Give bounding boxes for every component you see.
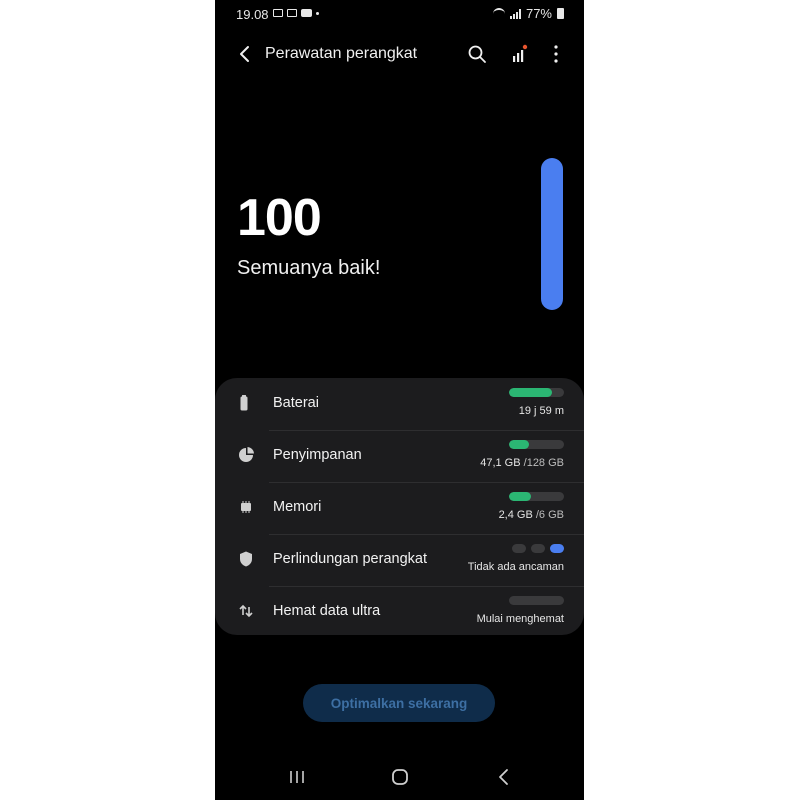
row-label: Hemat data ultra: [273, 603, 381, 619]
memory-chip-icon: [241, 501, 251, 513]
row-label: Baterai: [273, 395, 319, 411]
home-icon[interactable]: [388, 766, 412, 788]
divider: [269, 586, 584, 587]
navigation-bar: [215, 756, 584, 800]
memory-bar: [509, 492, 564, 501]
data-saver-icon: [239, 604, 253, 618]
row-storage[interactable]: Penyimpanan 47,1 GB /128 GB: [215, 430, 584, 482]
row-value: 2,4 GB /6 GB: [498, 509, 564, 521]
divider: [269, 482, 584, 483]
notification-dot-icon: [316, 11, 319, 15]
back-nav-icon[interactable]: [492, 766, 516, 788]
row-label: Penyimpanan: [273, 447, 362, 463]
wifi-icon: [492, 8, 505, 19]
row-memory[interactable]: Memori 2,4 GB /6 GB: [215, 482, 584, 534]
protection-indicator: [512, 544, 564, 553]
optimize-now-button[interactable]: Optimalkan sekarang: [303, 684, 495, 722]
app-header: Perawatan perangkat: [215, 38, 584, 70]
gallery-icon: [273, 9, 283, 17]
battery-percent: 77%: [525, 6, 552, 21]
score-gauge: [541, 158, 563, 310]
row-value: Mulai menghemat: [476, 613, 564, 625]
shield-icon: [240, 551, 252, 567]
battery-status-icon: [557, 8, 564, 19]
more-options-icon[interactable]: [545, 43, 567, 65]
battery-icon: [240, 395, 248, 411]
divider: [269, 534, 584, 535]
cell-signal-icon: [509, 8, 521, 19]
row-label: Memori: [273, 499, 322, 515]
recent-apps-icon[interactable]: [285, 766, 309, 788]
status-right: 77%: [492, 6, 564, 21]
back-arrow-icon[interactable]: [235, 44, 255, 64]
data-saver-bar: [509, 596, 564, 605]
signal-icon[interactable]: [509, 43, 531, 65]
row-battery[interactable]: Baterai 19 j 59 m: [215, 378, 584, 430]
notification-icons: [273, 9, 319, 17]
score-message: Semuanya baik!: [237, 257, 381, 279]
status-card: Baterai 19 j 59 m Penyimpanan 47,1 GB /1…: [215, 378, 584, 635]
storage-pie-icon: [239, 447, 254, 462]
status-bar: 19.08 77%: [215, 0, 584, 28]
battery-bar: [509, 388, 564, 397]
youtube-icon: [301, 9, 312, 17]
phone-screen: 19.08 77% Perawatan perangkat 100 Semuan…: [215, 0, 584, 800]
row-protection[interactable]: Perlindungan perangkat Tidak ada ancaman: [215, 534, 584, 586]
page-title: Perawatan perangkat: [265, 45, 418, 62]
divider: [269, 430, 584, 431]
storage-bar: [509, 440, 564, 449]
row-data-saver[interactable]: Hemat data ultra Mulai menghemat: [215, 586, 584, 638]
search-icon[interactable]: [466, 43, 488, 65]
status-time: 19.08: [236, 7, 269, 22]
row-value: 47,1 GB /128 GB: [480, 457, 564, 469]
device-score: 100: [237, 189, 322, 247]
row-value: 19 j 59 m: [518, 405, 564, 417]
row-value: Tidak ada ancaman: [467, 561, 564, 573]
row-label: Perlindungan perangkat: [273, 551, 427, 567]
mail-icon: [287, 9, 297, 17]
